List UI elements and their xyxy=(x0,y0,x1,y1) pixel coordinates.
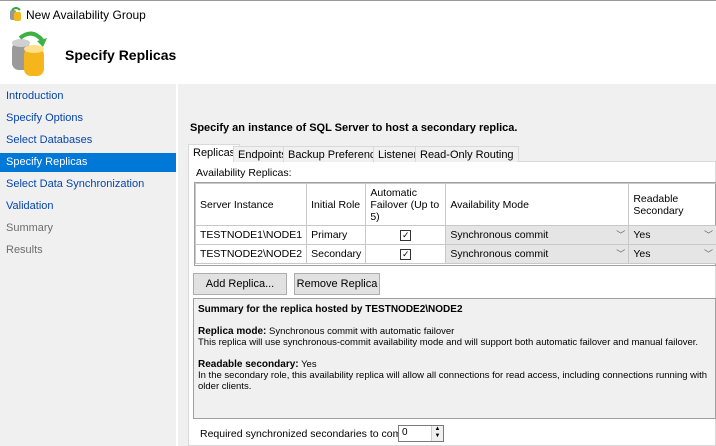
sidebar-item-summary: Summary xyxy=(6,222,54,234)
readable-secondary-label: Readable secondary: xyxy=(198,359,299,370)
sidebar-item-select-data-synchronization[interactable]: Select Data Synchronization xyxy=(0,175,176,194)
server-instance-cell: TESTNODE1\NODE1 xyxy=(194,225,308,245)
col-readable-secondary: Readable Secondary xyxy=(628,183,716,226)
availability-mode-dropdown[interactable]: Synchronous commit ﹀ xyxy=(445,225,630,245)
title-bar: New Availability Group xyxy=(0,0,716,26)
required-secondaries-label: Required synchronized secondaries to com… xyxy=(200,428,416,440)
readable-secondary-dropdown[interactable]: Yes ﹀ xyxy=(628,244,716,264)
server-instance-cell: TESTNODE2\NODE2 xyxy=(194,244,308,264)
readable-secondary-value: Yes xyxy=(633,229,651,241)
replicas-grid: Server Instance Initial Role Automatic F… xyxy=(194,182,716,266)
initial-role-cell: Primary xyxy=(306,225,367,245)
sidebar-item-specify-options[interactable]: Specify Options xyxy=(0,109,176,128)
chevron-down-icon: ﹀ xyxy=(703,230,713,240)
availability-mode-dropdown[interactable]: Synchronous commit ﹀ xyxy=(445,244,630,264)
table-row[interactable]: TESTNODE2\NODE2 Secondary ✓ Synchronous … xyxy=(194,244,716,264)
remove-replica-button[interactable]: Remove Replica xyxy=(294,273,380,295)
spinner-arrows-icon[interactable]: ▲ ▼ xyxy=(431,426,443,441)
page-title: Specify Replicas xyxy=(65,47,177,63)
tab-read-only-routing[interactable]: Read-Only Routing xyxy=(415,146,519,162)
col-availability-mode: Availability Mode xyxy=(445,183,630,226)
automatic-failover-checkbox[interactable]: ✓ xyxy=(400,249,412,260)
sidebar-item-results: Results xyxy=(6,244,43,256)
table-row[interactable]: TESTNODE1\NODE1 Primary ✓ Synchronous co… xyxy=(194,225,716,245)
readable-secondary-summary-value: Yes xyxy=(301,359,317,370)
sidebar-item-specify-replicas[interactable]: Specify Replicas xyxy=(0,153,176,172)
availability-group-icon xyxy=(10,7,21,21)
page-header: Specify Replicas xyxy=(0,26,716,84)
readable-secondary-value: Yes xyxy=(633,248,651,260)
replicas-icon xyxy=(12,31,47,76)
window-title: New Availability Group xyxy=(26,8,146,22)
sidebar-item-validation[interactable]: Validation xyxy=(0,197,176,216)
required-secondaries-spinner[interactable]: 0 ▲ ▼ xyxy=(398,425,444,442)
col-server-instance: Server Instance xyxy=(194,183,308,226)
readable-secondary-dropdown[interactable]: Yes ﹀ xyxy=(628,225,716,245)
availability-mode-value: Synchronous commit xyxy=(450,229,549,241)
instruction-text: Specify an instance of SQL Server to hos… xyxy=(190,122,518,134)
automatic-failover-checkbox[interactable]: ✓ xyxy=(400,230,412,241)
chevron-down-icon: ﹀ xyxy=(703,249,713,259)
sidebar-item-introduction[interactable]: Introduction xyxy=(0,87,176,106)
replica-summary: Summary for the replica hosted by TESTNO… xyxy=(193,298,716,419)
chevron-down-icon: ﹀ xyxy=(616,249,626,259)
availability-mode-value: Synchronous commit xyxy=(450,248,549,260)
sidebar-item-select-databases[interactable]: Select Databases xyxy=(0,131,176,150)
replica-mode-label: Replica mode: xyxy=(198,326,267,337)
chevron-down-icon: ﹀ xyxy=(616,230,626,240)
grid-label: Availability Replicas: xyxy=(196,167,292,179)
add-replica-button[interactable]: Add Replica... xyxy=(193,273,287,295)
col-automatic-failover: Automatic Failover (Up to 5) xyxy=(365,183,447,226)
replica-mode-description: This replica will use synchronous-commit… xyxy=(198,337,699,348)
readable-secondary-description: In the secondary role, this availability… xyxy=(198,370,708,392)
required-secondaries-value: 0 xyxy=(402,427,408,438)
initial-role-cell: Secondary xyxy=(306,244,367,264)
sidebar: Introduction Specify Options Select Data… xyxy=(0,84,176,446)
col-initial-role: Initial Role xyxy=(306,183,367,226)
replica-mode-value: Synchronous commit with automatic failov… xyxy=(269,326,455,337)
summary-title: Summary for the replica hosted by TESTNO… xyxy=(198,304,463,315)
